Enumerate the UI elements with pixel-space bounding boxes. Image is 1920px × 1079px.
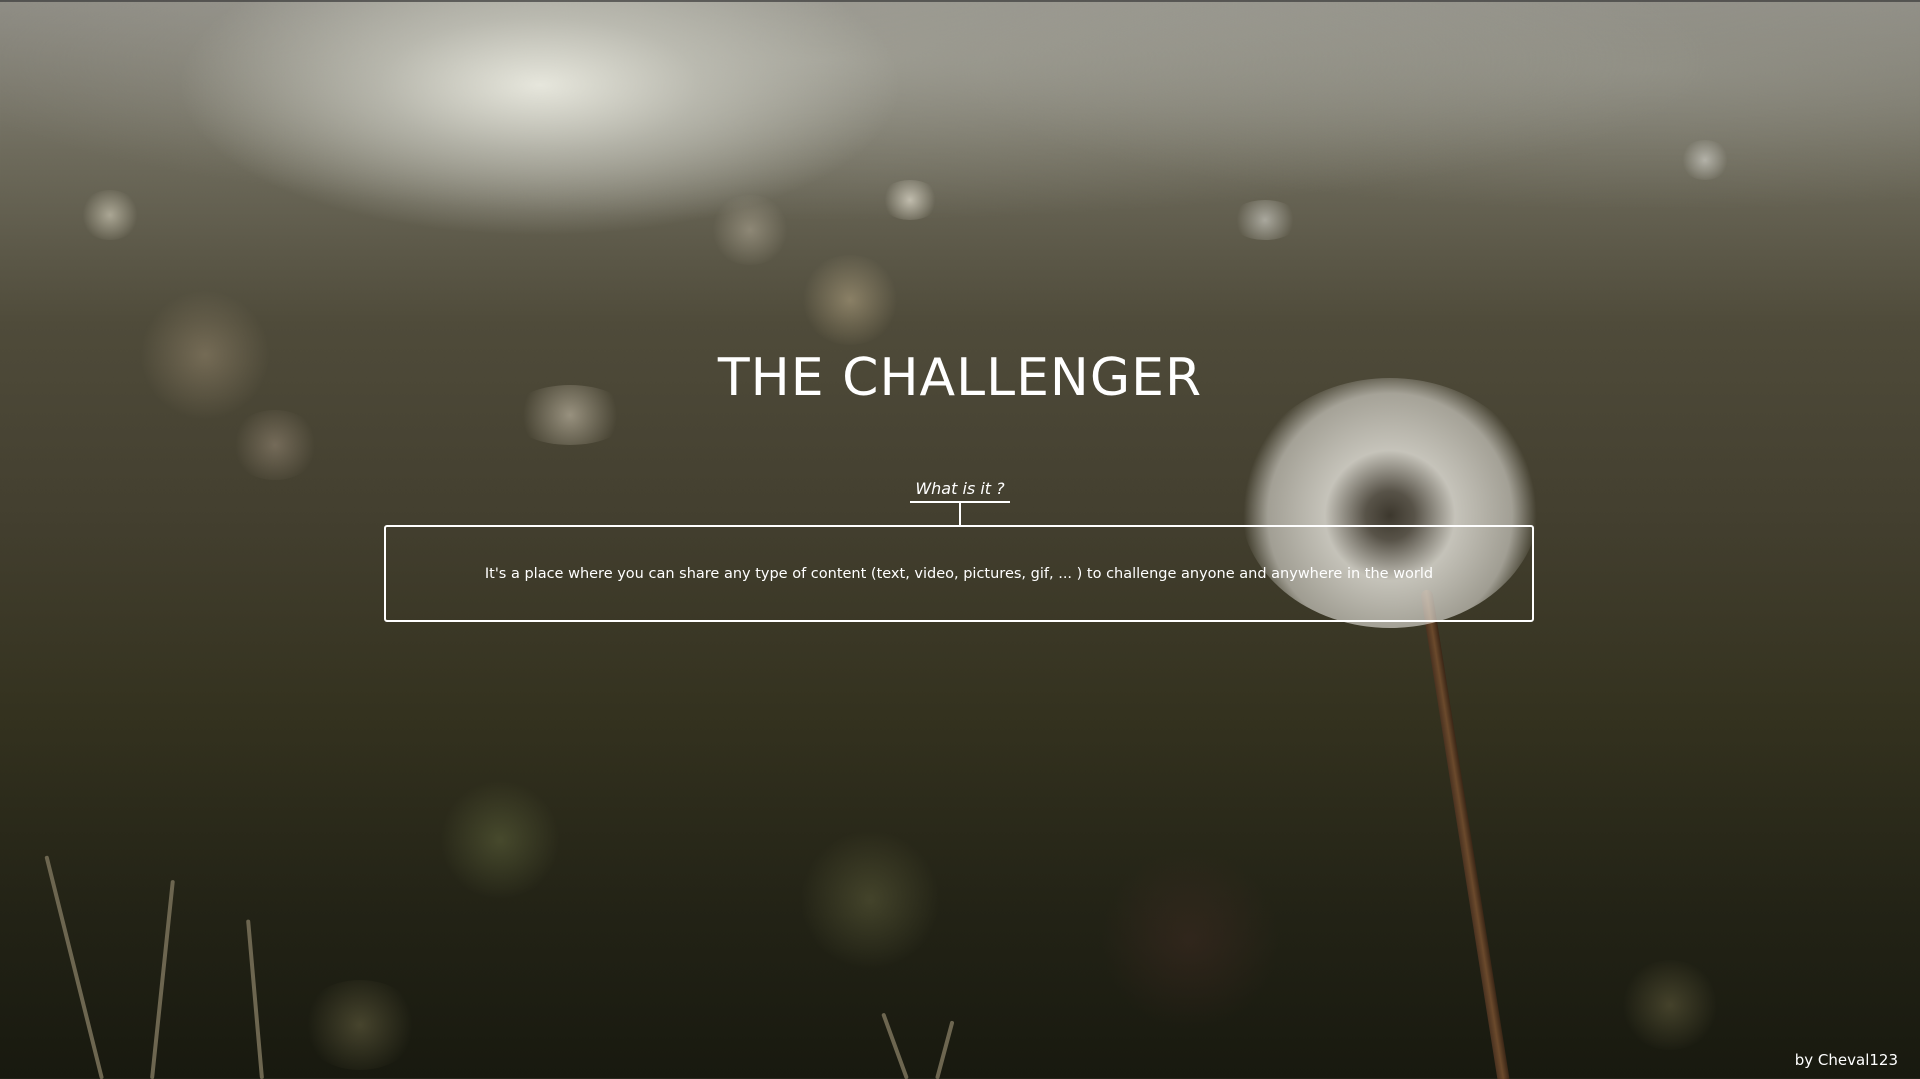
author-credit: by Cheval123	[1794, 1051, 1898, 1069]
description-box: It's a place where you can share any typ…	[384, 525, 1534, 622]
hero-section: THE CHALLENGER What is it ? It's a place…	[0, 0, 1920, 1079]
description-text: It's a place where you can share any typ…	[484, 565, 1434, 582]
what-is-it-link[interactable]: What is it ?	[910, 479, 1010, 503]
connector-line	[959, 503, 961, 525]
page-title: THE CHALLENGER	[717, 348, 1203, 408]
